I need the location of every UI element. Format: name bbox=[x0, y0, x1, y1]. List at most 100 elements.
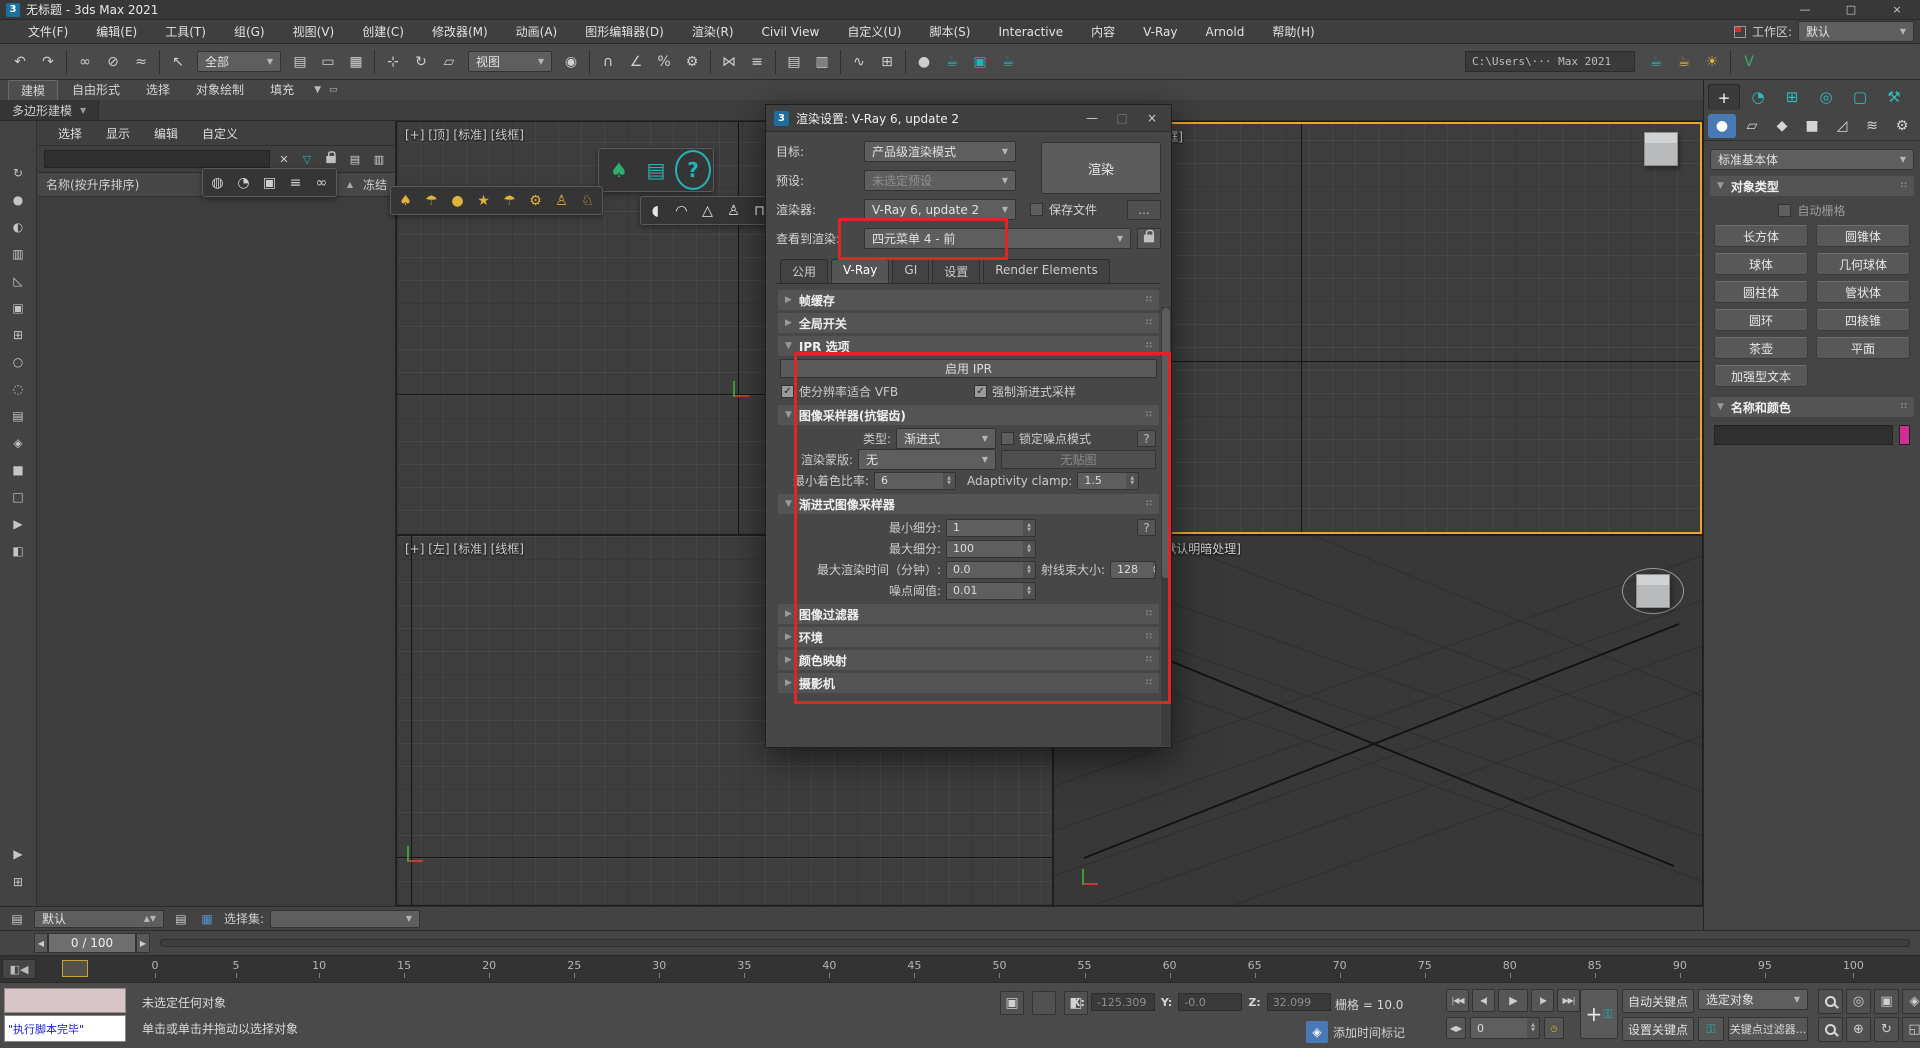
vray-fur-icon[interactable]: ♠ bbox=[393, 188, 418, 213]
se-expand-all-icon[interactable]: ▶ bbox=[5, 512, 31, 536]
menu-item[interactable]: 创建(C) bbox=[348, 20, 418, 44]
vray-sphere-icon[interactable]: ● bbox=[445, 188, 470, 213]
menu-item[interactable]: 视图(V) bbox=[279, 20, 349, 44]
max-subdivs-spinner[interactable]: 100▲▼ bbox=[946, 540, 1036, 558]
key-filters-button[interactable]: 关键点过滤器... bbox=[1728, 1017, 1808, 1041]
dialog-scrollbar[interactable] bbox=[1161, 307, 1171, 746]
ribbon-pin-icon[interactable]: ▭ bbox=[329, 85, 338, 95]
se-shapes-icon[interactable]: ◐ bbox=[5, 215, 31, 239]
rollout-ipr-options[interactable]: ▼IPR 选项∷ bbox=[778, 336, 1159, 356]
menu-item[interactable]: 内容 bbox=[1077, 20, 1129, 44]
view-lock-button[interactable] bbox=[1137, 228, 1161, 249]
menu-item[interactable]: Interactive bbox=[984, 20, 1077, 44]
object-name-input[interactable] bbox=[1714, 425, 1893, 445]
set-key-button[interactable]: 设置关键点 bbox=[1622, 1017, 1694, 1041]
angle-snap-icon[interactable]: ∠ bbox=[622, 48, 650, 76]
z-coordinate-field[interactable]: 32.099 bbox=[1267, 993, 1331, 1011]
scene-explorer-search-input[interactable] bbox=[44, 150, 270, 168]
go-to-end-button[interactable]: ▶▶| bbox=[1557, 989, 1580, 1012]
rollout-environment[interactable]: ▶环境∷ bbox=[778, 627, 1159, 647]
scene-explorer-item-list[interactable] bbox=[38, 198, 395, 906]
se-bones-icon[interactable]: ○ bbox=[5, 350, 31, 374]
y-coordinate-field[interactable]: -0.0 bbox=[1178, 993, 1242, 1011]
target-dropdown[interactable]: 产品级渲染模式▼ bbox=[864, 141, 1016, 162]
menu-item[interactable]: 帮助(H) bbox=[1258, 20, 1328, 44]
se-grid-icon[interactable]: ⊞ bbox=[5, 870, 31, 894]
rotate-icon[interactable]: ↻ bbox=[407, 48, 435, 76]
vray-camera-icon[interactable]: ▣ bbox=[257, 170, 282, 195]
workspace-dropdown[interactable]: 默认▼ bbox=[1798, 21, 1914, 42]
se-geometry-icon[interactable]: ● bbox=[5, 188, 31, 212]
ribbon-tab-selection[interactable]: 选择 bbox=[134, 80, 182, 101]
minimize-button[interactable]: — bbox=[1782, 0, 1828, 20]
scene-explorer-menu-item[interactable]: 自定义 bbox=[190, 125, 250, 142]
menu-item[interactable]: Civil View bbox=[748, 20, 834, 44]
orbit-icon[interactable]: ↻ bbox=[1874, 1017, 1899, 1042]
bind-to-spacewarp-icon[interactable]: ≈ bbox=[127, 48, 155, 76]
selection-set-dropdown[interactable]: ▼ bbox=[270, 910, 420, 928]
menu-item[interactable]: 编辑(E) bbox=[82, 20, 151, 44]
current-frame-field[interactable]: 0▲▼ bbox=[1470, 1017, 1540, 1039]
zoom-all-icon[interactable]: ◎ bbox=[1846, 989, 1871, 1014]
shapes-icon[interactable]: ▱ bbox=[1738, 114, 1766, 138]
maxscript-mini-listener[interactable]: "执行脚本完毕" bbox=[4, 988, 126, 1042]
autogrid-checkbox[interactable] bbox=[1778, 204, 1791, 217]
vray-stereo-icon[interactable]: ∞ bbox=[309, 170, 334, 195]
dialog-tab-common[interactable]: 公用 bbox=[780, 259, 828, 283]
explorer-columns-icon[interactable]: ▥ bbox=[369, 149, 389, 169]
vray-gear-icon[interactable]: ⚙ bbox=[523, 188, 548, 213]
selection-filter-dropdown[interactable]: 全部▼ bbox=[197, 51, 281, 72]
se-hidden-icon[interactable]: ■ bbox=[5, 458, 31, 482]
rollout-camera[interactable]: ▶摄影机∷ bbox=[778, 673, 1159, 693]
motion-tab[interactable]: ◎ bbox=[1810, 84, 1842, 110]
current-frame-indicator[interactable] bbox=[62, 960, 88, 977]
pan-icon[interactable]: ⊕ bbox=[1846, 1017, 1871, 1042]
coordinate-system-dropdown[interactable]: 视图▼ bbox=[468, 51, 552, 72]
vray-pyramid-icon[interactable]: △ bbox=[695, 198, 720, 223]
view-to-render-dropdown[interactable]: 四元菜单 4 - 前▼ bbox=[864, 228, 1131, 249]
force-progressive-checkbox[interactable] bbox=[974, 385, 987, 398]
close-button[interactable]: × bbox=[1874, 0, 1920, 20]
set-keys-button[interactable]: +⚿ bbox=[1580, 989, 1618, 1039]
undo-icon[interactable]: ↶ bbox=[6, 48, 34, 76]
renderer-dropdown[interactable]: V-Ray 6, update 2▼ bbox=[864, 199, 1016, 220]
time-slider-handle[interactable]: 0 / 100 bbox=[48, 933, 136, 953]
tree-icon[interactable]: ♠ bbox=[601, 150, 637, 190]
selection-lock-icon[interactable] bbox=[1032, 991, 1056, 1015]
object-type-button[interactable]: 管状体 bbox=[1816, 281, 1910, 303]
vray-umbrella-icon[interactable]: ☂ bbox=[419, 188, 444, 213]
vray-parasol-icon[interactable]: ☂ bbox=[497, 188, 522, 213]
fit-resolution-vfb-checkbox[interactable] bbox=[781, 385, 794, 398]
fov-icon[interactable]: ◈ bbox=[1902, 989, 1920, 1014]
rollout-frame-buffer[interactable]: ▶帧缓存∷ bbox=[778, 290, 1159, 310]
redo-icon[interactable]: ↷ bbox=[34, 48, 62, 76]
maximize-viewport-toggle-icon[interactable]: ◱ bbox=[1902, 1017, 1920, 1042]
menu-item[interactable]: 动画(A) bbox=[502, 20, 572, 44]
se-frozen-icon[interactable]: ◈ bbox=[5, 431, 31, 455]
material-editor-icon[interactable]: ● bbox=[910, 48, 938, 76]
object-type-button[interactable]: 球体 bbox=[1714, 253, 1808, 275]
renderer-more-button[interactable]: ... bbox=[1127, 200, 1161, 220]
spinner-snap-icon[interactable]: ⚙ bbox=[678, 48, 706, 76]
dialog-tab-gi[interactable]: GI bbox=[892, 259, 929, 283]
min-subdivs-spinner[interactable]: 1▲▼ bbox=[946, 519, 1036, 537]
move-icon[interactable]: ⊹ bbox=[379, 48, 407, 76]
rollout-object-type[interactable]: ▼对象类型∷ bbox=[1710, 176, 1914, 196]
helpers-icon[interactable]: ◿ bbox=[1828, 114, 1856, 138]
primitive-category-dropdown[interactable]: 标准基本体▼ bbox=[1710, 149, 1914, 170]
select-object-icon[interactable]: ↖ bbox=[164, 48, 192, 76]
menu-item[interactable]: 渲染(R) bbox=[678, 20, 748, 44]
layer-explorer-icon[interactable]: ▦ bbox=[196, 909, 218, 929]
viewcube[interactable] bbox=[1636, 574, 1670, 608]
dialog-minimize-button[interactable]: — bbox=[1077, 107, 1107, 129]
auto-key-button[interactable]: 自动关键点 bbox=[1622, 989, 1694, 1013]
isolate-selection-icon[interactable]: ▣ bbox=[1000, 991, 1024, 1015]
ribbon-tab-populate[interactable]: 填充 bbox=[258, 80, 306, 101]
se-list-view-icon[interactable]: ▤ bbox=[5, 404, 31, 428]
object-type-button[interactable]: 圆锥体 bbox=[1816, 225, 1910, 247]
viewport-left-label[interactable]: [+] [左] [标准] [线框] bbox=[405, 540, 524, 557]
hierarchy-tab[interactable]: ⊞ bbox=[1776, 84, 1808, 110]
open-mini-curve-editor-button[interactable]: ◧◀ bbox=[2, 959, 36, 979]
vray-logo-icon[interactable]: V bbox=[1735, 48, 1763, 76]
rollout-image-filter[interactable]: ▶图像过滤器∷ bbox=[778, 604, 1159, 624]
